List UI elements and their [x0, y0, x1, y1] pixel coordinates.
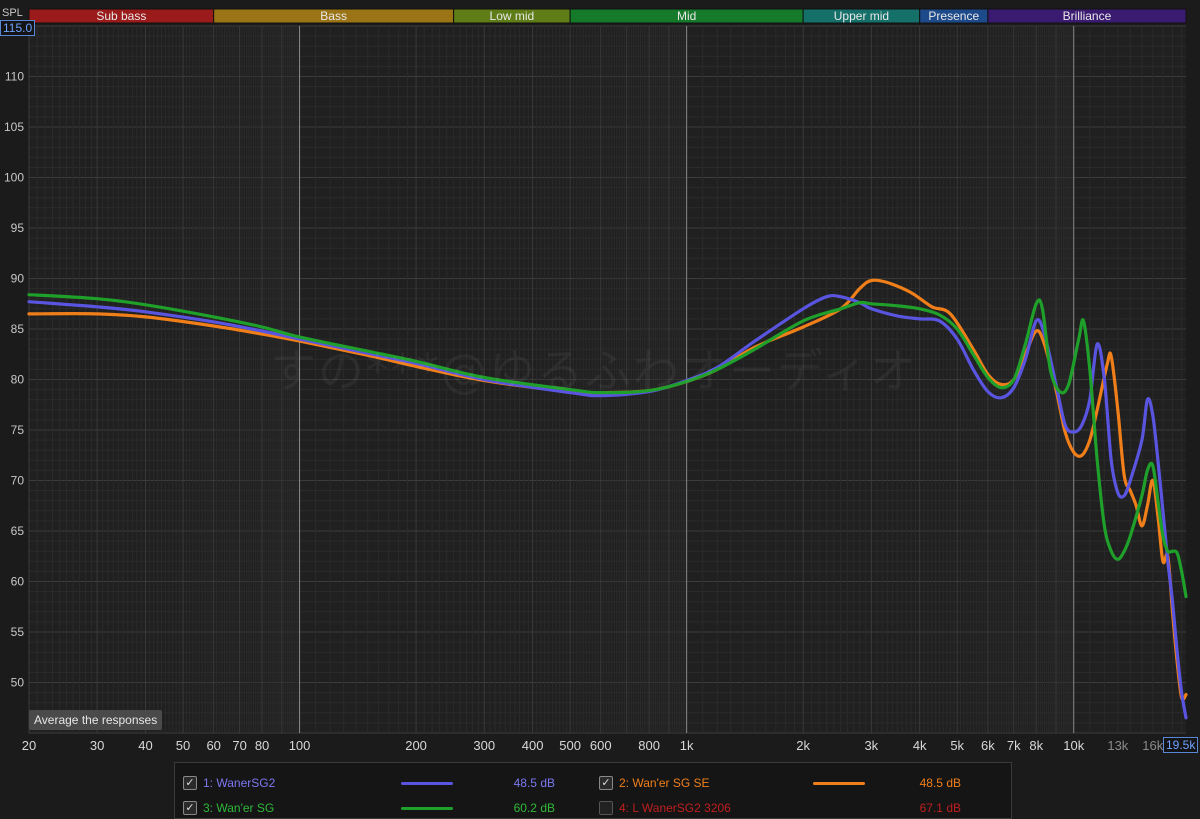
- legend-level: 60.2 dB: [513, 801, 555, 815]
- x-right-readout[interactable]: 19.5k: [1163, 737, 1199, 753]
- y-tick-label: 65: [11, 524, 25, 538]
- watermark: すの***@ゆるふわオーディオ: [270, 344, 918, 398]
- legend-checkbox[interactable]: ✓: [599, 776, 613, 790]
- legend-swatch: [401, 807, 453, 810]
- y-tick-label: 95: [11, 221, 25, 235]
- legend-label: 4: L WanerSG2 3206: [619, 801, 731, 815]
- y-axis: 50 55 60 65 70 75 80 85 90 95 100 105 110: [4, 70, 24, 690]
- x-tick-label: 6k: [981, 738, 995, 753]
- band-label: Low mid: [490, 9, 535, 23]
- legend-level: 48.5 dB: [513, 776, 555, 790]
- legend-item-3[interactable]: ✓ 3: Wan'er SG 60.2 dB: [183, 798, 563, 818]
- legend-label: 1: WanerSG2: [203, 776, 276, 790]
- x-tick-label: 400: [522, 738, 544, 753]
- y-tick-label: 70: [11, 474, 25, 488]
- x-tick-label: 20: [22, 738, 36, 753]
- legend-checkbox[interactable]: ✓: [183, 776, 197, 790]
- legend-panel: ✓ 1: WanerSG2 48.5 dB ✓ 2: Wan'er SG SE …: [174, 762, 1012, 819]
- band-label: Presence: [928, 9, 979, 23]
- legend-label: 2: Wan'er SG SE: [619, 776, 710, 790]
- legend-checkbox[interactable]: ✓: [599, 801, 613, 815]
- y-tick-label: 60: [11, 575, 25, 589]
- legend-item-1[interactable]: ✓ 1: WanerSG2 48.5 dB: [183, 773, 563, 793]
- x-tick-label: 800: [638, 738, 660, 753]
- legend-swatch: [401, 782, 453, 785]
- legend-level: 48.5 dB: [919, 776, 961, 790]
- y-top-readout[interactable]: 115.0: [0, 20, 36, 36]
- x-axis: 20 30 40 50 60 70 80 100 200 300 400 500 600 800 1k 2k 3…: [22, 738, 1164, 753]
- frequency-band-bar: Sub bass Bass Low mid Mid Upper mid Presence B…: [28, 8, 1187, 24]
- x-tick-label: 8k: [1029, 738, 1043, 753]
- y-tick-label: 85: [11, 322, 25, 336]
- x-tick-label: 80: [255, 738, 269, 753]
- legend-swatch: [813, 782, 865, 785]
- x-tick-label: 7k: [1007, 738, 1021, 753]
- legend-item-2[interactable]: ✓ 2: Wan'er SG SE 48.5 dB: [599, 773, 999, 793]
- x-tick-label: 4k: [913, 738, 927, 753]
- x-tick-label: 16k: [1142, 738, 1163, 753]
- y-tick-label: 75: [11, 423, 25, 437]
- y-axis-title: SPL: [2, 7, 23, 19]
- x-tick-label: 300: [473, 738, 495, 753]
- band-label: Bass: [320, 9, 347, 23]
- legend-checkbox[interactable]: ✓: [183, 801, 197, 815]
- band-label: Sub bass: [96, 9, 146, 23]
- y-tick-label: 100: [4, 171, 24, 185]
- x-tick-label: 60: [206, 738, 220, 753]
- y-tick-label: 80: [11, 373, 25, 387]
- x-tick-label: 2k: [796, 738, 810, 753]
- x-tick-label: 50: [176, 738, 190, 753]
- y-tick-label: 110: [5, 70, 24, 84]
- x-tick-label: 600: [590, 738, 612, 753]
- x-tick-label: 10k: [1063, 738, 1084, 753]
- band-label: Brilliance: [1063, 9, 1112, 23]
- average-responses-button[interactable]: Average the responses: [29, 710, 163, 730]
- x-tick-label: 200: [405, 738, 427, 753]
- legend-item-4[interactable]: ✓ 4: L WanerSG2 3206 67.1 dB: [599, 798, 999, 818]
- legend-level: 67.1 dB: [919, 801, 961, 815]
- x-tick-label: 1k: [680, 738, 694, 753]
- legend-label: 3: Wan'er SG: [203, 801, 275, 815]
- x-tick-label: 40: [138, 738, 152, 753]
- y-tick-label: 50: [11, 676, 25, 690]
- x-tick-label: 13k: [1107, 738, 1128, 753]
- y-tick-label: 55: [11, 625, 25, 639]
- x-tick-label: 100: [289, 738, 311, 753]
- x-tick-label: 5k: [950, 738, 964, 753]
- band-label: Mid: [677, 9, 696, 23]
- y-tick-label: 90: [11, 272, 25, 286]
- x-tick-label: 70: [232, 738, 246, 753]
- x-tick-label: 3k: [864, 738, 878, 753]
- y-tick-label: 105: [4, 120, 24, 134]
- x-tick-label: 500: [559, 738, 581, 753]
- x-tick-label: 30: [90, 738, 104, 753]
- band-label: Upper mid: [834, 9, 889, 23]
